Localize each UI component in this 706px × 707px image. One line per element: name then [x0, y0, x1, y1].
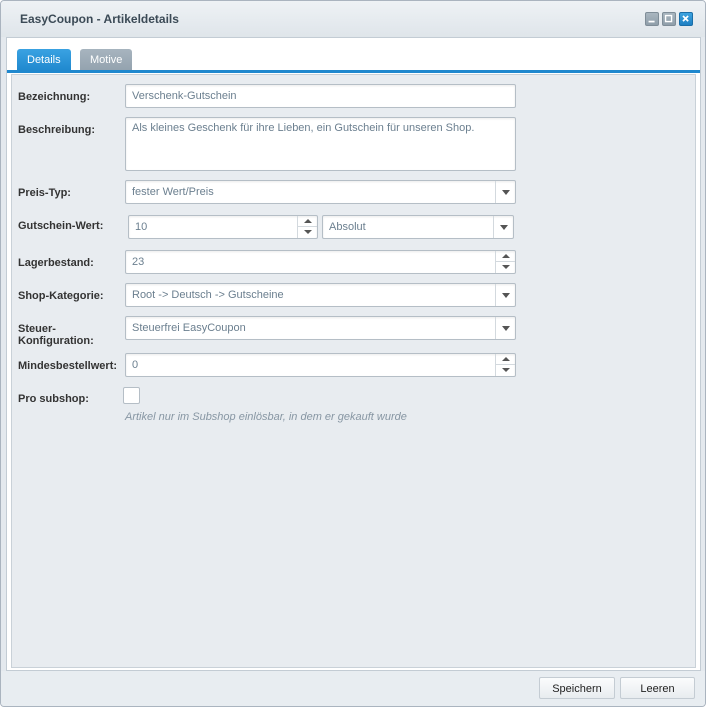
spinner-down-button[interactable] — [496, 262, 515, 273]
chevron-up-icon — [304, 219, 312, 223]
minimize-button[interactable] — [645, 12, 659, 26]
pro-subshop-label: Pro subshop: — [18, 393, 89, 405]
steuer-dropdown-trigger[interactable] — [495, 317, 515, 339]
beschreibung-label: Beschreibung: — [18, 124, 96, 136]
maximize-icon — [664, 14, 673, 23]
window-titlebar[interactable]: EasyCoupon - Artikeldetails — [1, 1, 705, 37]
mindestbestellwert-spinner[interactable] — [495, 354, 515, 376]
tab-bar: Details Motive — [7, 38, 700, 74]
shop-kategorie-label: Shop-Kategorie: — [18, 290, 104, 302]
spinner-down-button[interactable] — [496, 365, 515, 376]
window-title: EasyCoupon - Artikeldetails — [20, 12, 179, 26]
lagerbestand-spinner[interactable] — [495, 251, 515, 273]
save-button[interactable]: Speichern — [539, 677, 615, 699]
shop-kategorie-value: Root -> Deutsch -> Gutscheine — [132, 289, 284, 301]
gutschein-wert-mode-value: Absolut — [329, 221, 366, 233]
steuer-label-line2: Konfiguration: — [18, 335, 94, 347]
bezeichnung-input[interactable]: Verschenk-Gutschein — [125, 84, 516, 108]
artikeldetails-window: EasyCoupon - Artikeldetails Details Moti… — [0, 0, 706, 707]
spinner-up-button[interactable] — [298, 216, 317, 227]
mindestbestellwert-label: Mindesbestellwert: — [18, 360, 118, 372]
close-icon — [682, 15, 689, 22]
beschreibung-value: Als kleines Geschenk für ihre Lieben, ei… — [132, 122, 475, 134]
steuer-konfiguration-value: Steuerfrei EasyCoupon — [132, 322, 246, 334]
shop-kategorie-dropdown-trigger[interactable] — [495, 284, 515, 306]
chevron-up-icon — [502, 357, 510, 361]
chevron-down-icon — [502, 326, 510, 331]
beschreibung-textarea[interactable]: Als kleines Geschenk für ihre Lieben, ei… — [125, 117, 516, 171]
gutschein-wert-mode-trigger[interactable] — [493, 216, 513, 238]
tab-underline — [7, 70, 700, 73]
preis-typ-label: Preis-Typ: — [18, 187, 71, 199]
preis-typ-dropdown-trigger[interactable] — [495, 181, 515, 203]
bezeichnung-label: Bezeichnung: — [18, 91, 91, 103]
chevron-up-icon — [502, 254, 510, 258]
lagerbestand-input[interactable]: 23 — [125, 250, 516, 274]
clear-button[interactable]: Leeren — [620, 677, 695, 699]
preis-typ-select[interactable]: fester Wert/Preis — [125, 180, 516, 204]
spinner-down-button[interactable] — [298, 227, 317, 238]
spinner-up-button[interactable] — [496, 251, 515, 262]
tab-details[interactable]: Details — [17, 49, 71, 71]
chevron-down-icon — [500, 225, 508, 230]
mindestbestellwert-value: 0 — [132, 359, 139, 371]
tab-motive[interactable]: Motive — [80, 49, 133, 71]
lagerbestand-label: Lagerbestand: — [18, 257, 94, 269]
minimize-icon — [648, 20, 655, 23]
chevron-down-icon — [502, 190, 510, 195]
gutschein-wert-label: Gutschein-Wert: — [18, 220, 104, 232]
pro-subshop-checkbox[interactable] — [123, 387, 140, 404]
mindestbestellwert-input[interactable]: 0 — [125, 353, 516, 377]
maximize-button[interactable] — [662, 12, 676, 26]
preis-typ-value: fester Wert/Preis — [132, 186, 214, 198]
gutschein-wert-value: 10 — [135, 221, 148, 233]
gutschein-wert-spinner[interactable] — [297, 216, 317, 238]
shop-kategorie-select[interactable]: Root -> Deutsch -> Gutscheine — [125, 283, 516, 307]
spinner-up-button[interactable] — [496, 354, 515, 365]
gutschein-wert-input[interactable]: 10 — [128, 215, 318, 239]
chevron-down-icon — [502, 368, 510, 372]
chevron-down-icon — [502, 265, 510, 269]
chevron-down-icon — [502, 293, 510, 298]
lagerbestand-value: 23 — [132, 256, 145, 268]
pro-subshop-hint: Artikel nur im Subshop einlösbar, in dem… — [125, 411, 407, 423]
gutschein-wert-mode-select[interactable]: Absolut — [322, 215, 514, 239]
close-button[interactable] — [679, 12, 693, 26]
steuer-konfiguration-select[interactable]: Steuerfrei EasyCoupon — [125, 316, 516, 340]
steuer-label-line1: Steuer- — [18, 323, 56, 335]
chevron-down-icon — [304, 230, 312, 234]
bezeichnung-value: Verschenk-Gutschein — [132, 90, 237, 102]
